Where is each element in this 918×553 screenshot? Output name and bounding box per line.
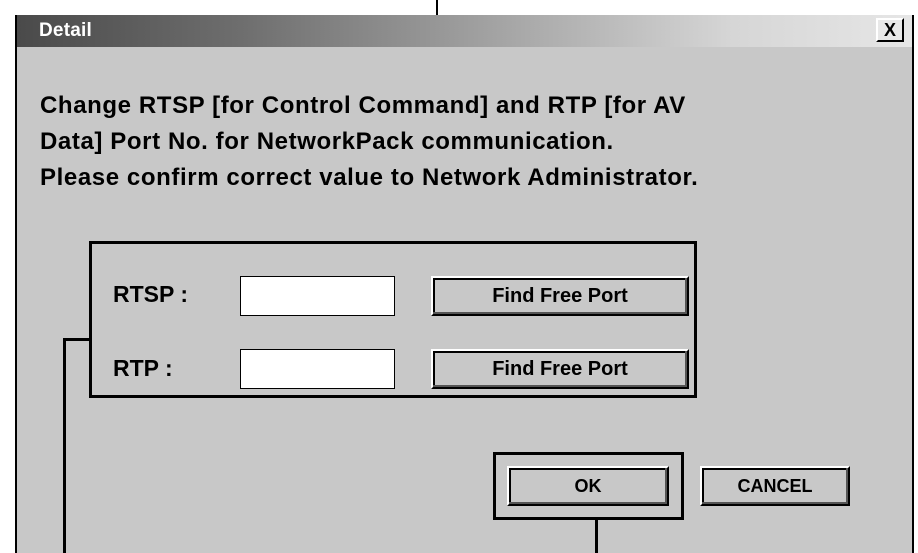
callout-line-ok xyxy=(595,520,598,553)
title-bar[interactable]: Detail X xyxy=(17,15,912,47)
instruction-message: Change RTSP [for Control Command] and RT… xyxy=(40,88,890,196)
close-icon: X xyxy=(883,20,896,40)
ok-button[interactable]: OK xyxy=(507,466,669,506)
rtp-port-input[interactable] xyxy=(240,349,395,389)
message-line-1: Change RTSP [for Control Command] and RT… xyxy=(40,92,686,119)
rtp-find-free-port-button[interactable]: Find Free Port xyxy=(431,349,689,389)
close-button[interactable]: X xyxy=(876,18,904,42)
callout-line-top xyxy=(436,0,438,15)
figure-canvas: Detail X Change RTSP [for Control Comman… xyxy=(0,0,918,553)
message-line-3: Please confirm correct value to Network … xyxy=(40,164,699,191)
rtsp-find-free-port-button[interactable]: Find Free Port xyxy=(431,276,689,316)
rtp-label: RTP : xyxy=(113,355,173,381)
callout-line-left-horizontal xyxy=(63,338,89,341)
rtsp-port-input[interactable] xyxy=(240,276,395,316)
cancel-button[interactable]: CANCEL xyxy=(700,466,850,506)
rtsp-label: RTSP : xyxy=(113,281,188,307)
callout-line-left-vertical xyxy=(63,338,66,553)
dialog-title: Detail xyxy=(39,20,92,41)
message-line-2: Data] Port No. for NetworkPack communica… xyxy=(40,128,614,155)
